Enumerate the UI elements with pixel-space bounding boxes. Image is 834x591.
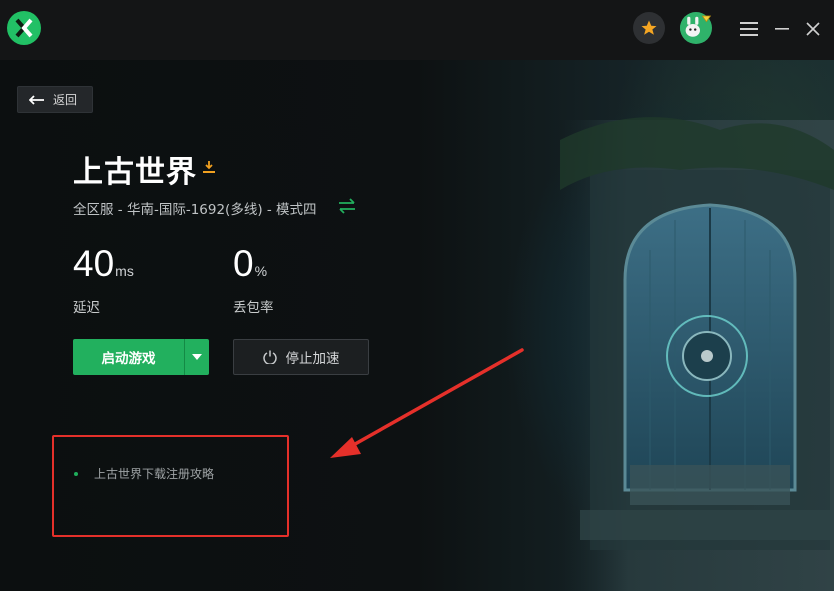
annotation-arrow <box>330 348 524 458</box>
